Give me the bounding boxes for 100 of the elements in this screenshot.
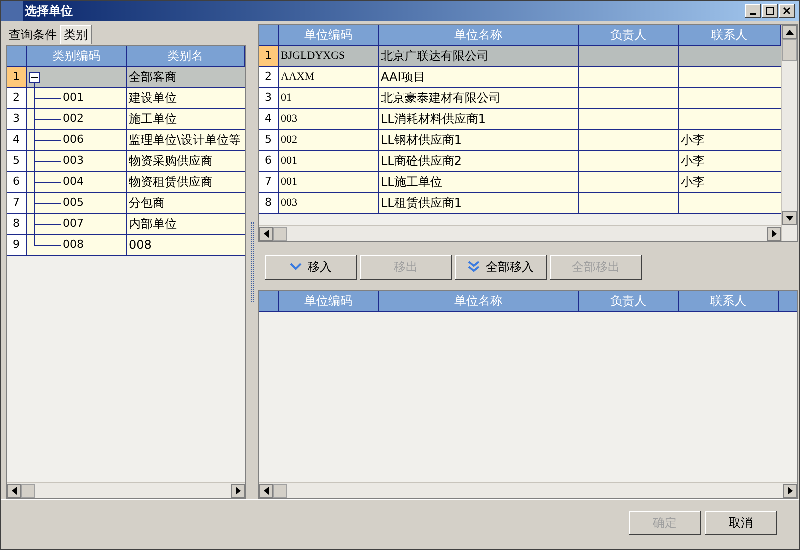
row-number: 1 <box>259 46 279 66</box>
row-number: 1 <box>7 67 27 87</box>
maximize-button[interactable] <box>762 4 778 18</box>
right-arrow-icon <box>236 486 240 494</box>
category-code: 007 <box>63 216 84 232</box>
minimize-button[interactable] <box>745 4 761 18</box>
category-row[interactable]: 1 全部客商 <box>7 67 245 88</box>
category-row[interactable]: 5 003 物资采购供应商 <box>7 151 245 172</box>
vertical-scrollbar[interactable] <box>781 25 797 241</box>
row-number: 7 <box>7 193 27 213</box>
collapse-icon[interactable] <box>29 72 40 82</box>
category-name: 008 <box>128 237 153 254</box>
table-cell: 001 <box>279 151 379 171</box>
row-number: 5 <box>7 151 27 171</box>
unit-row[interactable]: 6 001 LL商砼供应商2 小李 <box>259 151 781 172</box>
table-cell: 01 <box>279 88 379 108</box>
category-row[interactable]: 9 008 008 <box>7 235 245 256</box>
table-cell: 003 <box>279 109 379 129</box>
move-button[interactable]: 全部移入 <box>455 254 547 280</box>
table-cell: 北京豪泰建材有限公司 <box>379 88 579 108</box>
category-name: 分包商 <box>128 195 166 212</box>
category-name: 监理单位\设计单位等 <box>128 132 242 149</box>
close-icon <box>783 7 791 15</box>
row-number: 3 <box>7 109 27 129</box>
category-row[interactable]: 3 002 施工单位 <box>7 109 245 130</box>
row-number: 4 <box>259 109 279 129</box>
category-code: 008 <box>63 236 84 253</box>
category-code: 004 <box>63 174 84 190</box>
table-cell: 003 <box>279 193 379 213</box>
row-number: 4 <box>7 130 27 150</box>
category-row[interactable]: 8 007 内部单位 <box>7 214 245 235</box>
category-row[interactable]: 7 005 分包商 <box>7 193 245 214</box>
left-arrow-icon <box>264 486 268 494</box>
unit-row[interactable]: 5 002 LL钢材供应商1 小李 <box>259 130 781 151</box>
row-number: 7 <box>259 172 279 192</box>
right-arrow-icon <box>772 230 776 238</box>
scroll-thumb[interactable] <box>21 484 35 498</box>
dialog-button[interactable]: 取消 <box>705 510 777 534</box>
table-cell: LL钢材供应商1 <box>379 130 579 150</box>
unit-row[interactable]: 2 AAXM AAI项目 <box>259 67 781 88</box>
table-cell: AAI项目 <box>379 67 579 87</box>
unit-row[interactable]: 3 01 北京豪泰建材有限公司 <box>259 88 781 109</box>
unit-row[interactable]: 1 BJGLDYXGS 北京广联达有限公司 <box>259 46 781 67</box>
scroll-thumb[interactable] <box>782 39 797 61</box>
table-cell-text: 小李 <box>680 174 706 191</box>
category-name: 施工单位 <box>128 111 178 128</box>
category-code: 001 <box>63 90 84 106</box>
category-name: 物资租赁供应商 <box>128 174 214 191</box>
category-row[interactable]: 2 001 建设单位 <box>7 88 245 109</box>
table-cell: BJGLDYXGS <box>279 46 379 66</box>
row-number: 3 <box>259 88 279 108</box>
down-arrow-icon <box>786 216 794 220</box>
category-code: 006 <box>63 132 84 148</box>
table-cell: LL商砼供应商2 <box>379 151 579 171</box>
table-cell: LL施工单位 <box>379 172 579 192</box>
row-number: 8 <box>259 193 279 213</box>
category-row[interactable]: 6 004 物资租赁供应商 <box>7 172 245 193</box>
row-number: 2 <box>7 88 27 108</box>
horizontal-scrollbar[interactable] <box>7 482 245 498</box>
table-cell: LL消耗材料供应商1 <box>379 109 579 129</box>
row-number: 9 <box>7 235 27 255</box>
category-row[interactable]: 4 006 监理单位\设计单位等 <box>7 130 245 151</box>
unit-row[interactable]: 8 003 LL租赁供应商1 <box>259 193 781 214</box>
category-name: 内部单位 <box>128 216 178 233</box>
maximize-icon <box>766 7 774 15</box>
row-number: 2 <box>259 67 279 87</box>
move-button[interactable]: 移入 <box>265 254 357 280</box>
horizontal-scrollbar[interactable] <box>259 225 781 241</box>
table-cell-text: 小李 <box>680 132 706 149</box>
table-cell: AAXM <box>279 67 379 87</box>
table-cell: LL租赁供应商1 <box>379 193 579 213</box>
double-down-chevron-icon <box>468 261 480 273</box>
tab[interactable]: 类别 <box>60 25 92 44</box>
category-name: 全部客商 <box>128 69 178 86</box>
scroll-thumb[interactable] <box>273 226 287 240</box>
category-code: 002 <box>63 110 84 127</box>
left-arrow-icon <box>12 486 16 494</box>
horizontal-scrollbar[interactable] <box>259 482 797 498</box>
unit-row[interactable]: 4 003 LL消耗材料供应商1 <box>259 109 781 130</box>
left-arrow-icon <box>264 230 268 238</box>
down-chevron-icon <box>290 263 302 271</box>
close-button[interactable] <box>779 4 795 18</box>
row-number: 6 <box>259 151 279 171</box>
category-name: 建设单位 <box>128 90 178 107</box>
row-number: 8 <box>7 214 27 234</box>
scroll-thumb[interactable] <box>273 484 287 498</box>
category-name: 物资采购供应商 <box>128 153 214 170</box>
window-title: 选择单位 <box>25 3 73 20</box>
row-number: 5 <box>259 130 279 150</box>
category-code: 003 <box>63 152 84 169</box>
unit-row[interactable]: 7 001 LL施工单位 小李 <box>259 172 781 193</box>
tab[interactable]: 查询条件 <box>6 25 60 44</box>
table-cell: 002 <box>279 130 379 150</box>
table-cell: 北京广联达有限公司 <box>379 46 579 66</box>
up-arrow-icon <box>786 30 794 34</box>
category-code: 005 <box>63 194 84 211</box>
right-arrow-icon <box>788 486 792 494</box>
table-cell: 001 <box>279 172 379 192</box>
row-number: 6 <box>7 172 27 192</box>
table-cell-text: 小李 <box>680 153 706 170</box>
